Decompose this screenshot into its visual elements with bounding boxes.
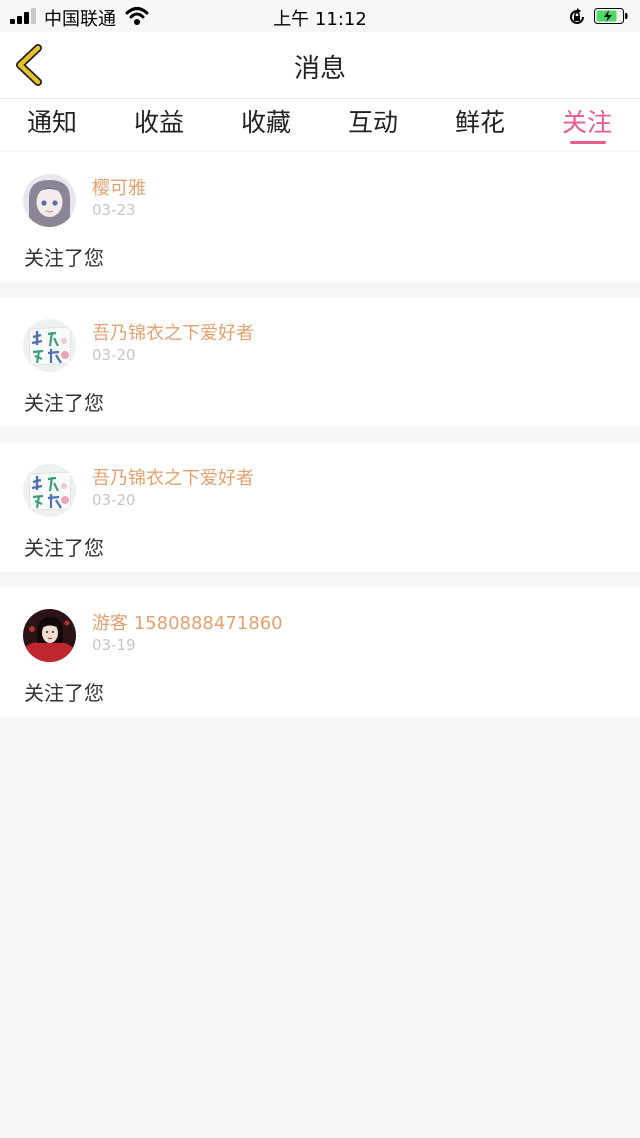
message-text: 关注了您 [24, 681, 104, 705]
active-tab-indicator [570, 141, 606, 144]
tab-following[interactable]: 关注 [542, 103, 632, 139]
sender-name[interactable]: 樱可雅 [92, 174, 146, 200]
tab-favorites[interactable]: 收藏 [221, 103, 311, 139]
sender-name[interactable]: 游客 1580888471860 [92, 609, 283, 635]
avatar[interactable] [23, 464, 76, 517]
navigation-bar: 消息 [0, 32, 640, 98]
message-date: 03-20 [92, 491, 136, 509]
tab-flowers[interactable]: 鲜花 [435, 103, 525, 139]
page-title: 消息 [293, 54, 346, 84]
avatar[interactable] [23, 319, 76, 372]
message-text: 关注了您 [24, 536, 104, 560]
tab-earnings[interactable]: 收益 [114, 103, 204, 139]
list-item[interactable]: 吾乃锦衣之下爱好者 03-20 关注了您 [0, 442, 640, 572]
list-item[interactable]: 吾乃锦衣之下爱好者 03-20 关注了您 [0, 297, 640, 427]
battery-icon [594, 8, 628, 24]
avatar[interactable] [23, 609, 76, 662]
tab-bar: 通知 收益 收藏 互动 鲜花 关注 [0, 99, 640, 151]
sender-name[interactable]: 吾乃锦衣之下爱好者 [92, 319, 254, 345]
message-text: 关注了您 [24, 391, 104, 415]
avatar[interactable] [23, 174, 76, 227]
message-text: 关注了您 [24, 246, 104, 270]
rotation-lock-icon [570, 8, 584, 24]
list-item[interactable]: 樱可雅 03-23 关注了您 [0, 152, 640, 282]
tab-notifications[interactable]: 通知 [7, 103, 97, 139]
list-item[interactable]: 游客 1580888471860 03-19 关注了您 [0, 587, 640, 717]
status-bar: 中国联通 上午 11:12 [0, 0, 640, 32]
sender-name[interactable]: 吾乃锦衣之下爱好者 [92, 464, 254, 490]
message-date: 03-23 [92, 201, 136, 219]
clock: 上午 11:12 [273, 9, 367, 30]
message-date: 03-20 [92, 346, 136, 364]
tab-interactions[interactable]: 互动 [328, 103, 418, 139]
message-date: 03-19 [92, 636, 136, 654]
